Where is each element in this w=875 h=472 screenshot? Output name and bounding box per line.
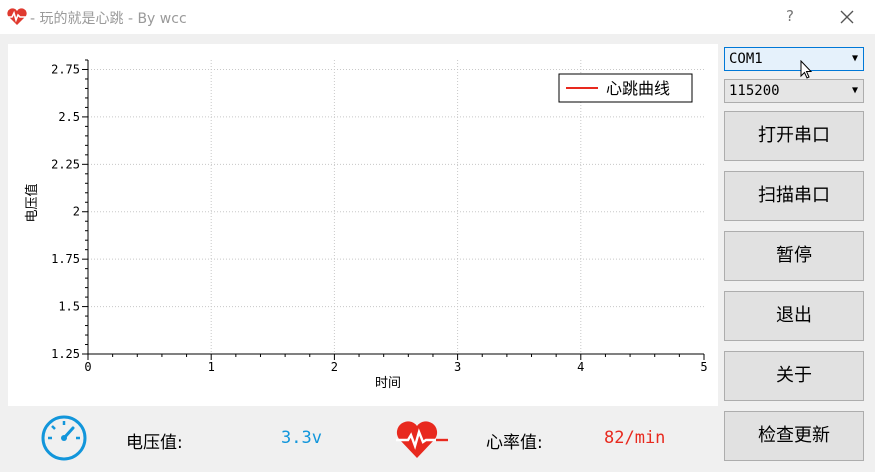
y-tick-label: 2.75 xyxy=(51,62,80,76)
heartbeat-plot: 0 1 2 3 4 5 1.25 1.5 1.75 2 2.25 2.5 2.75 时间 电压值 心跳曲线 xyxy=(8,44,718,406)
y-tick-label: 1.75 xyxy=(51,252,80,266)
heartbeat-icon xyxy=(396,421,448,458)
y-axis-label: 电压值 xyxy=(24,183,40,222)
port-selected: COM1 xyxy=(729,51,763,67)
pause-button[interactable]: 暂停 xyxy=(724,231,864,281)
baud-selected: 115200 xyxy=(729,83,780,99)
legend-label: 心跳曲线 xyxy=(606,79,670,98)
help-button[interactable]: ? xyxy=(778,4,802,28)
gauge-icon xyxy=(41,415,87,461)
voltage-value: 3.3v xyxy=(281,428,322,448)
window-title: - 玩的就是心跳 - By wcc xyxy=(30,11,187,27)
check-update-button[interactable]: 检查更新 xyxy=(724,411,864,461)
x-tick-label: 5 xyxy=(700,360,707,374)
dropdown-arrow-icon: ▼ xyxy=(851,85,858,96)
y-tick-label: 1.5 xyxy=(58,300,80,314)
y-tick-label: 2.5 xyxy=(58,110,80,124)
voltage-label: 电压值: xyxy=(126,433,183,453)
x-tick-label: 0 xyxy=(84,360,91,374)
title-bar: - 玩的就是心跳 - By wcc ? xyxy=(0,0,875,34)
chart-svg: 0 1 2 3 4 5 1.25 1.5 1.75 2 2.25 2.5 2.75 时间 电压值 心跳曲线 xyxy=(24,59,708,391)
baud-combobox[interactable]: 115200 ▼ xyxy=(724,79,864,103)
dropdown-arrow-icon: ▼ xyxy=(851,53,858,64)
y-tick-label: 2.25 xyxy=(51,157,80,171)
port-combobox[interactable]: COM1 ▼ xyxy=(724,47,864,71)
x-axis-label: 时间 xyxy=(375,376,401,391)
y-tick-label: 2 xyxy=(73,205,80,219)
exit-button[interactable]: 退出 xyxy=(724,291,864,341)
app-heart-icon xyxy=(7,8,27,25)
scan-port-button[interactable]: 扫描串口 xyxy=(724,171,864,221)
heart-rate-value: 82/min xyxy=(604,428,666,448)
open-port-button[interactable]: 打开串口 xyxy=(724,111,864,161)
close-icon[interactable] xyxy=(834,4,860,30)
about-button[interactable]: 关于 xyxy=(724,351,864,401)
y-tick-label: 1.25 xyxy=(51,347,80,361)
x-tick-label: 2 xyxy=(331,360,338,374)
x-tick-label: 4 xyxy=(577,360,584,374)
x-tick-label: 3 xyxy=(454,360,461,374)
mouse-cursor-icon xyxy=(800,60,813,79)
heart-rate-label: 心率值: xyxy=(486,433,543,453)
x-tick-label: 1 xyxy=(208,360,215,374)
